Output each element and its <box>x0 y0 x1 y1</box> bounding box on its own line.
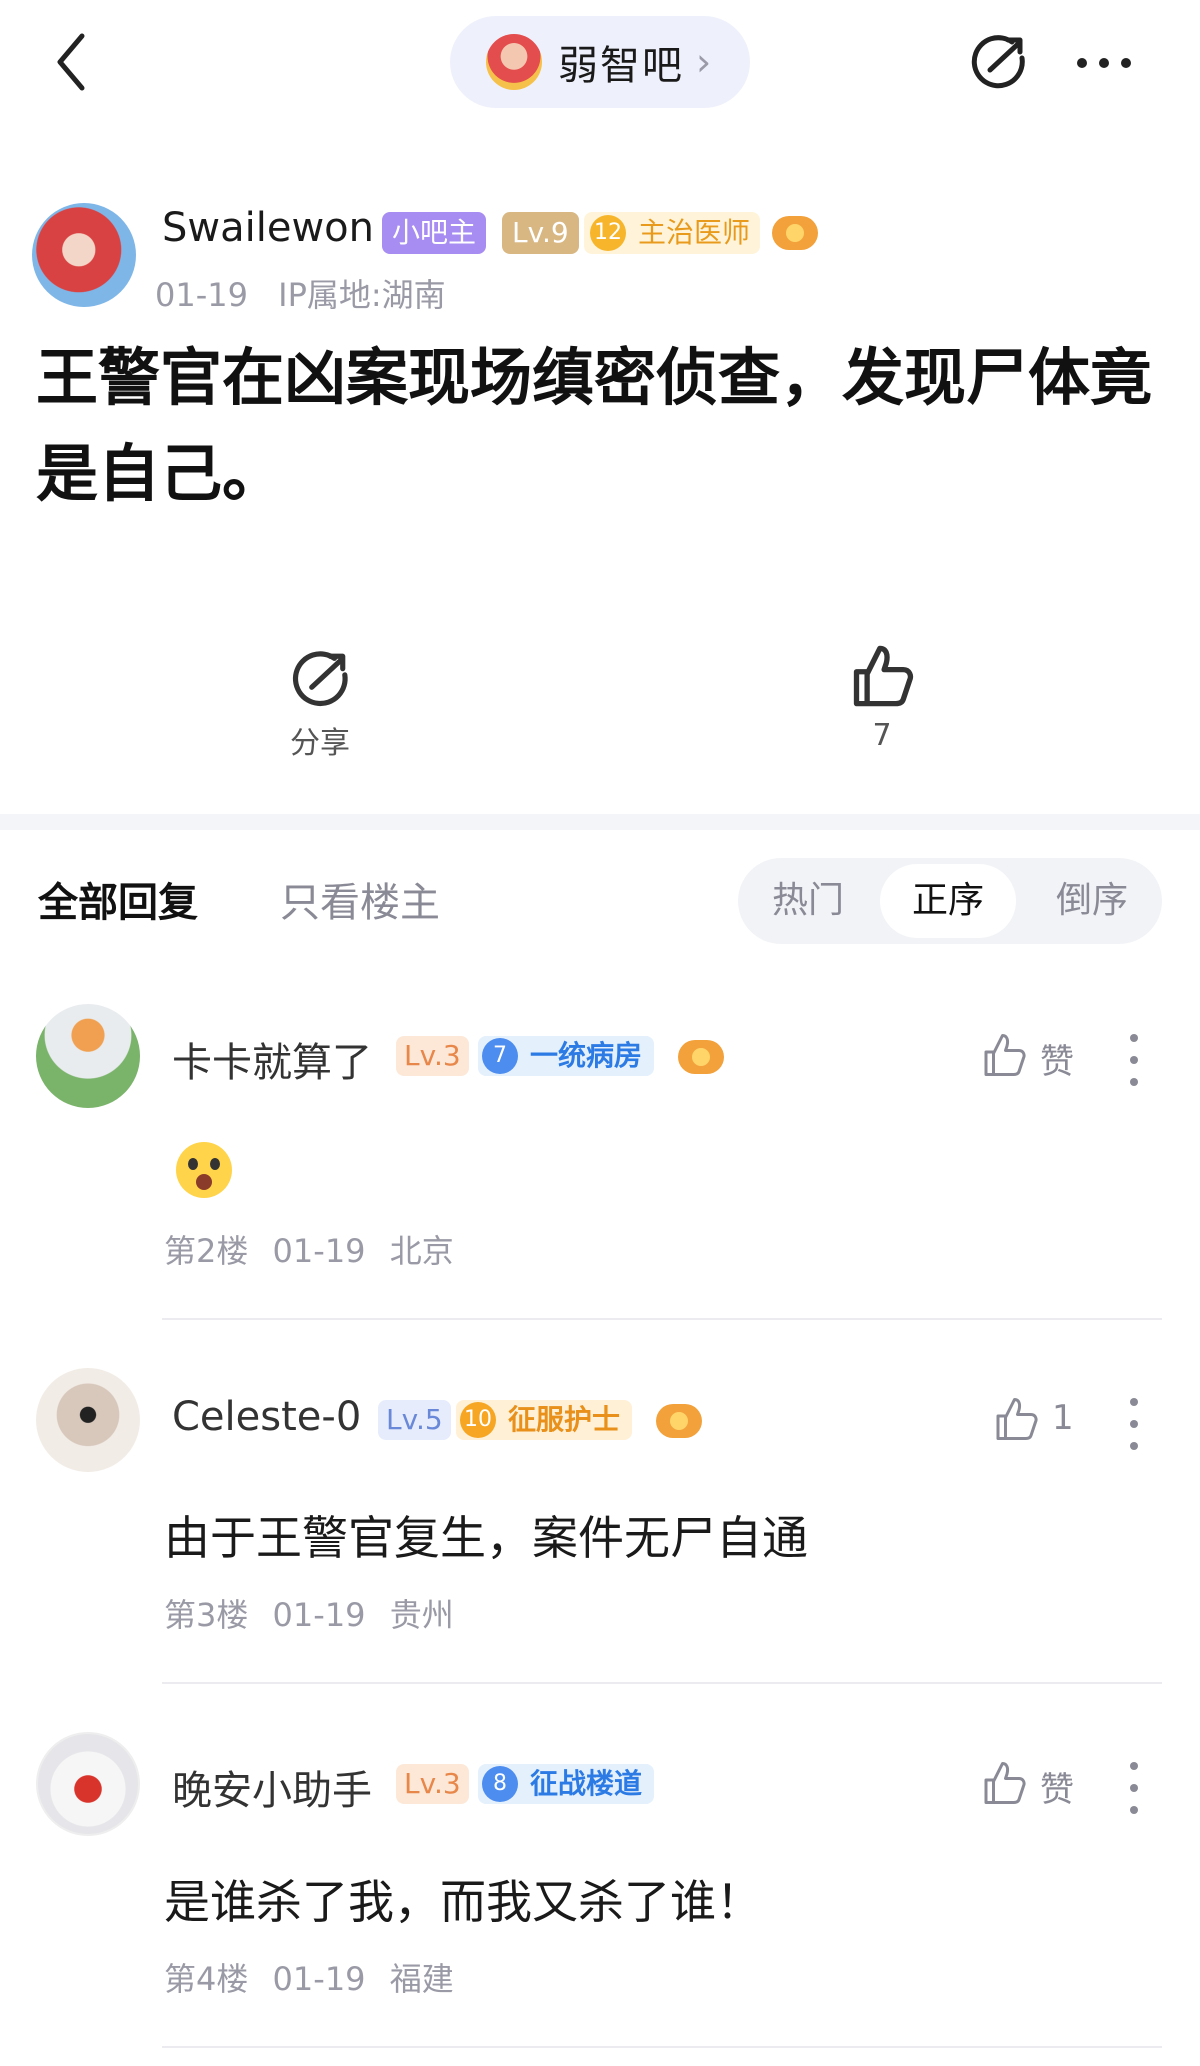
reply-floor: 第4楼 <box>164 1960 249 1998</box>
back-icon[interactable] <box>52 30 92 94</box>
title-badge-number: 10 <box>460 1402 496 1438</box>
reply-body: 是谁杀了我，而我又杀了谁！ <box>164 1875 762 1929</box>
reply-author[interactable]: 卡卡就算了 <box>172 1030 372 1088</box>
reply-author[interactable]: 晚安小助手 <box>172 1758 372 1816</box>
title-badge-number: 8 <box>482 1766 518 1802</box>
reply-avatar[interactable] <box>36 1004 140 1108</box>
tab-op-only[interactable]: 只看楼主 <box>280 870 440 928</box>
forum-avatar <box>486 34 542 90</box>
like-count: 7 <box>872 718 892 753</box>
top-bar: 弱智吧 › <box>0 0 1200 125</box>
reply-meta: 第4楼 01-19 福建 <box>164 1954 454 2000</box>
reply-location: 北京 <box>389 1232 454 1270</box>
reply-like-button[interactable]: 1 <box>992 1394 1122 1450</box>
reply-floor: 第2楼 <box>164 1232 249 1270</box>
level-badge: Lv.5 <box>378 1400 451 1440</box>
reply-avatar[interactable] <box>36 1732 140 1836</box>
title-badge: 12 主治医师 <box>584 212 761 254</box>
reply-separator <box>162 1318 1162 1320</box>
post-ip: IP属地:湖南 <box>278 276 446 314</box>
more-icon[interactable] <box>1074 48 1134 78</box>
reply-author[interactable]: Celeste-0 <box>172 1394 361 1440</box>
share-button[interactable]: 分享 <box>270 648 370 762</box>
title-badge-label: 征战楼道 <box>530 1767 643 1800</box>
reply-location: 贵州 <box>389 1596 454 1634</box>
reply-date: 01-19 <box>272 1960 366 1998</box>
reply-date: 01-19 <box>272 1596 366 1634</box>
forum-name: 弱智吧 <box>558 43 684 89</box>
post-title: 王警官在凶案现场缜密侦查，发现尸体竟是自己。 <box>36 341 1153 510</box>
reply-like-label: 赞 <box>1040 1042 1074 1082</box>
thumbs-up-icon <box>984 1762 1026 1804</box>
title-badge-label: 主治医师 <box>638 216 751 249</box>
author-avatar[interactable] <box>32 203 136 307</box>
share-label: 分享 <box>290 726 350 761</box>
title-badge-number: 7 <box>482 1038 518 1074</box>
reply-date: 01-19 <box>272 1232 366 1270</box>
thumbs-up-icon <box>853 645 914 707</box>
post-meta: 01-19 IP属地:湖南 <box>155 270 446 316</box>
sort-descending[interactable]: 倒序 <box>1022 858 1162 944</box>
section-divider <box>0 814 1200 830</box>
gamepad-icon <box>772 216 818 250</box>
sort-hot[interactable]: 热门 <box>738 858 878 944</box>
reply-like-count: 1 <box>1052 1398 1074 1438</box>
reply-avatar[interactable] <box>36 1368 140 1472</box>
sort-ascending[interactable]: 正序 <box>880 864 1016 938</box>
title-badge-label: 一统病房 <box>530 1039 643 1072</box>
reply-like-button[interactable]: 赞 <box>980 1758 1110 1814</box>
screaming-face-emoji <box>176 1142 232 1198</box>
gamepad-icon <box>678 1040 724 1074</box>
reply-meta: 第2楼 01-19 北京 <box>164 1226 454 1272</box>
thumbs-up-icon <box>996 1398 1038 1440</box>
more-vertical-icon[interactable] <box>1124 1396 1144 1452</box>
reply-separator <box>162 2046 1162 2048</box>
forum-entry-button[interactable]: 弱智吧 › <box>450 16 750 108</box>
chevron-right-icon: › <box>696 40 712 84</box>
gamepad-icon <box>656 1404 702 1438</box>
level-badge: Lv.3 <box>396 1036 469 1076</box>
share-icon <box>292 651 348 707</box>
sort-switch: 热门 正序 倒序 <box>738 858 1162 944</box>
title-badge-number: 12 <box>590 215 626 251</box>
title-badge-label: 征服护士 <box>508 1403 621 1436</box>
tab-all-replies[interactable]: 全部回复 <box>38 870 198 928</box>
title-badge: 7 一统病房 <box>478 1036 655 1076</box>
reply-location: 福建 <box>389 1960 454 1998</box>
more-vertical-icon[interactable] <box>1124 1760 1144 1816</box>
title-badge: 8 征战楼道 <box>478 1764 655 1804</box>
level-badge: Lv.9 <box>502 212 579 254</box>
like-button[interactable]: 7 <box>842 642 922 753</box>
reply-floor: 第3楼 <box>164 1596 249 1634</box>
share-icon[interactable] <box>968 32 1028 92</box>
title-badge: 10 征服护士 <box>456 1400 633 1440</box>
reply-body: 由于王警官复生，案件无尸自通 <box>164 1511 808 1565</box>
reply-meta: 第3楼 01-19 贵州 <box>164 1590 454 1636</box>
level-badge: Lv.3 <box>396 1764 469 1804</box>
reply-separator <box>162 1682 1162 1684</box>
post-date: 01-19 <box>155 276 248 314</box>
reply-like-label: 赞 <box>1040 1770 1074 1810</box>
moderator-badge: 小吧主 <box>382 212 487 254</box>
author-name[interactable]: Swailewon <box>162 205 374 251</box>
more-vertical-icon[interactable] <box>1124 1032 1144 1088</box>
thumbs-up-icon <box>984 1034 1026 1076</box>
reply-like-button[interactable]: 赞 <box>980 1030 1110 1086</box>
